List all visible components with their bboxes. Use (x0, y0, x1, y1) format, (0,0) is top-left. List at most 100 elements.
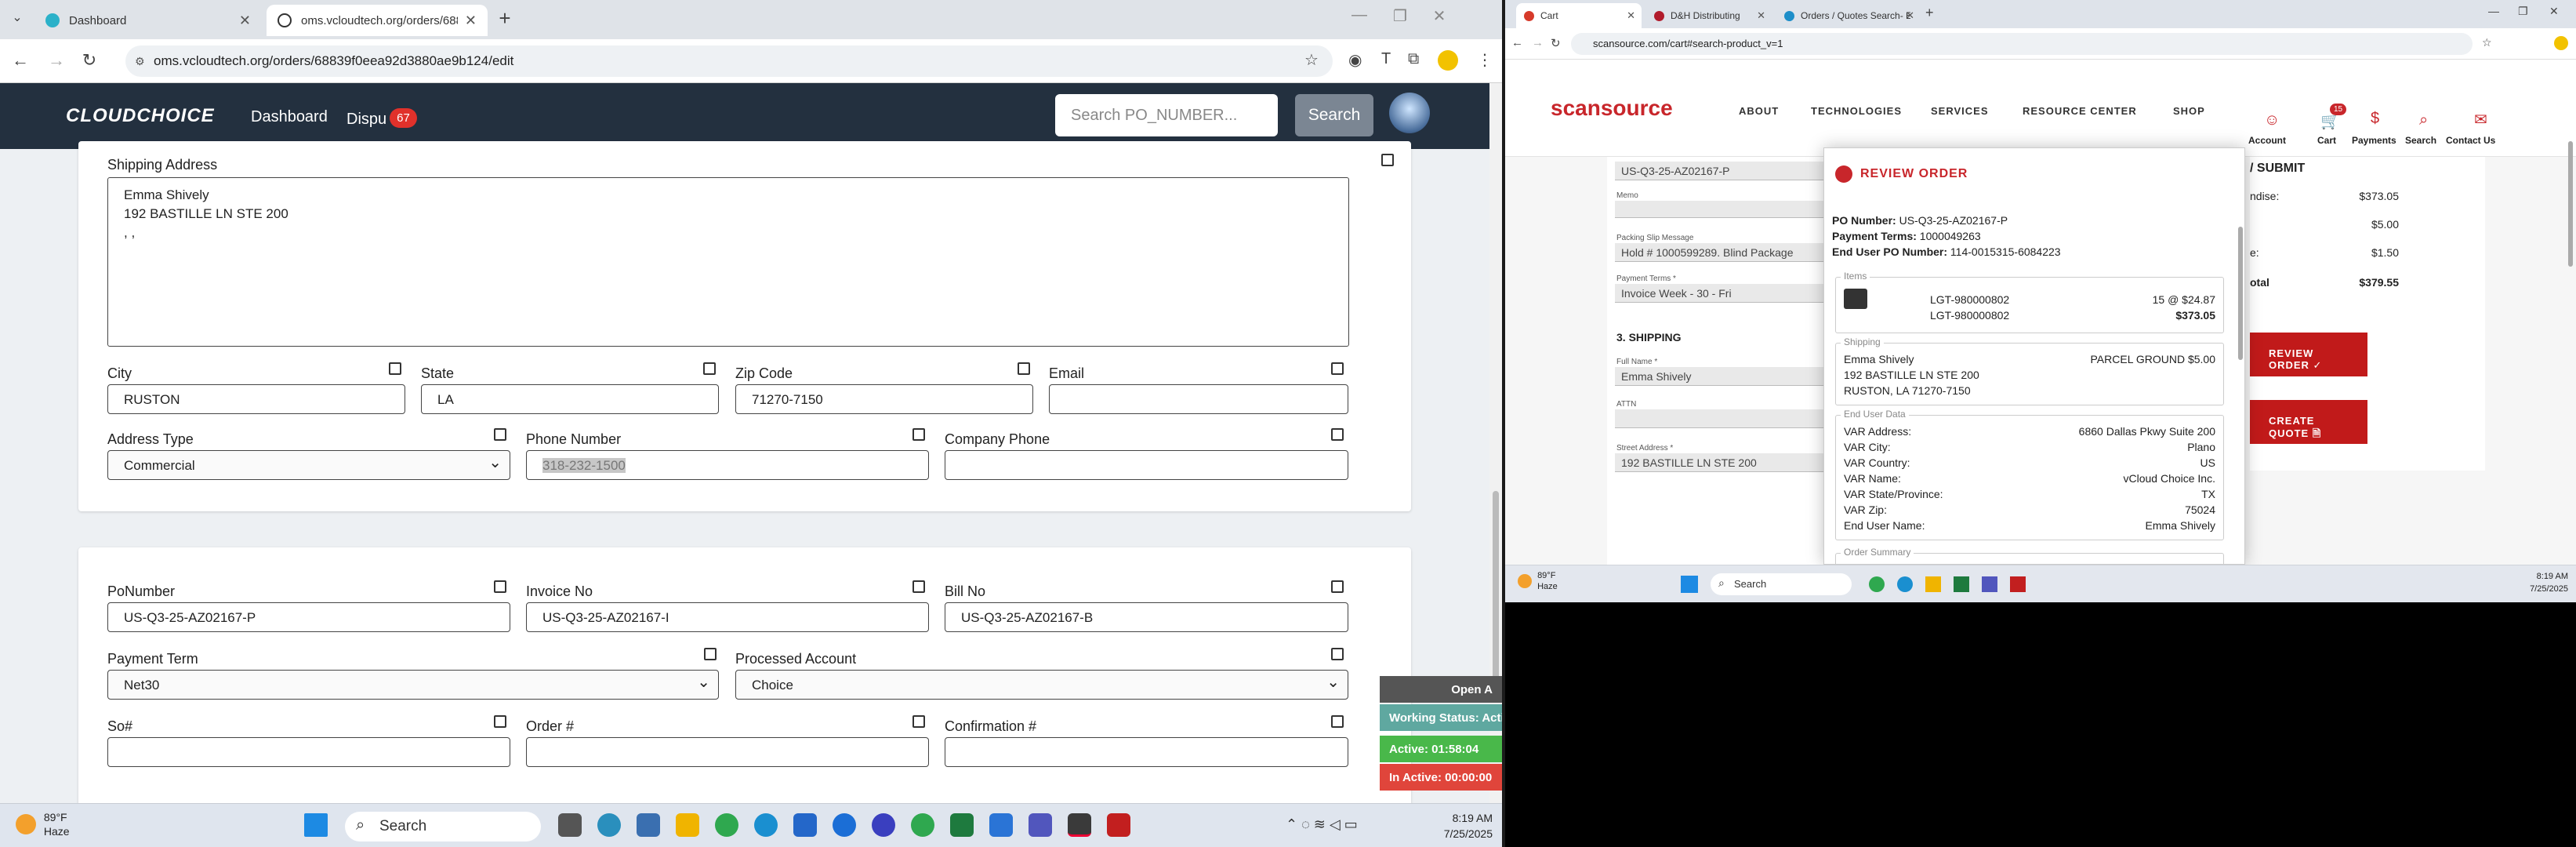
restore-button[interactable]: ❐ (2518, 5, 2528, 18)
create-quote-button[interactable]: CREATE QUOTE 🗎 (2250, 400, 2367, 444)
new-tab-button[interactable]: + (1925, 5, 1934, 21)
extension-icon[interactable]: ◉ (1348, 50, 1362, 70)
packing-slip-field[interactable]: Hold # 1000599289. Blind Package (1615, 243, 1850, 262)
file-explorer-icon[interactable] (1925, 576, 1941, 592)
copy-icon[interactable] (912, 715, 925, 728)
clock[interactable]: 8:19 AM 7/25/2025 (1444, 810, 1493, 842)
avatar[interactable] (1389, 93, 1430, 133)
search-button[interactable]: Search (1295, 94, 1373, 136)
restore-button[interactable]: ❐ (1389, 6, 1411, 26)
open-activity-button[interactable]: Open A (1380, 676, 1502, 703)
contact-icon[interactable]: ✉ (2474, 110, 2487, 129)
back-icon[interactable]: ← (9, 50, 31, 71)
close-window-button[interactable]: ✕ (2549, 5, 2559, 18)
menu-dots-icon[interactable]: ⋮ (1477, 50, 1493, 70)
extensions-puzzle-icon[interactable]: ⧉ (1408, 50, 1419, 68)
payments-label[interactable]: Payments (2352, 135, 2396, 146)
city-field[interactable]: RUSTON (107, 384, 405, 414)
url-field[interactable]: ⚙ oms.vcloudtech.org/orders/68839f0eea92… (125, 45, 1333, 77)
close-icon[interactable]: ✕ (1906, 9, 1914, 22)
scrollbar-thumb[interactable] (1493, 491, 1499, 679)
copy-icon[interactable] (1331, 580, 1344, 593)
payments-icon[interactable]: $ (2371, 110, 2379, 128)
chrome-icon[interactable] (911, 813, 934, 837)
back-icon[interactable]: ← (1511, 36, 1523, 49)
weather-widget[interactable]: 89°F Haze (1518, 570, 1558, 592)
close-icon[interactable]: ✕ (1757, 9, 1765, 22)
payment-term-select[interactable]: Net30 (107, 670, 719, 700)
system-tray-icons[interactable]: ⌃ ◌ ≋ ◁ ▭ (1286, 816, 1358, 833)
taskbar-search[interactable]: ⌕ Search (1711, 573, 1852, 595)
address-type-select[interactable]: Commercial (107, 450, 510, 480)
cloudchoice-logo[interactable]: CLOUDCHOICE (66, 105, 215, 127)
copy-icon[interactable] (1381, 154, 1394, 166)
reload-icon[interactable]: ↻ (1551, 36, 1561, 50)
chrome-icon[interactable] (715, 813, 738, 837)
street-field[interactable]: 192 BASTILLE LN STE 200 (1615, 453, 1834, 472)
url-field[interactable]: scansource.com/cart#search-product_v=1 (1571, 33, 2473, 55)
taskbar-search[interactable]: ⌕ Search (345, 812, 541, 842)
po-field[interactable]: US-Q3-25-AZ02167-P (1615, 162, 1834, 180)
invoice-field[interactable]: US-Q3-25-AZ02167-I (526, 602, 929, 632)
pdf-icon[interactable] (1107, 813, 1130, 837)
scansource-logo[interactable]: scansource (1551, 96, 1673, 121)
app-icon[interactable] (833, 813, 856, 837)
email-field[interactable] (1049, 384, 1348, 414)
nav-technologies[interactable]: TECHNOLOGIES (1811, 105, 1902, 117)
forward-icon[interactable]: → (1532, 36, 1544, 49)
copy-icon[interactable] (703, 362, 716, 375)
teams-icon[interactable] (1029, 813, 1052, 837)
edge-icon[interactable] (1897, 576, 1913, 592)
page-scrollbar[interactable] (2568, 141, 2573, 267)
phone-field[interactable]: 318-232-1500 (526, 450, 929, 480)
copy-icon[interactable] (494, 580, 506, 593)
edge-icon[interactable] (754, 813, 778, 837)
shipping-address-textarea[interactable]: Emma Shively 192 BASTILLE LN STE 200 , , (107, 177, 1349, 347)
profile-icon[interactable] (1438, 50, 1458, 71)
po-search-input[interactable]: Search PO_NUMBER... (1055, 94, 1278, 136)
copy-icon[interactable] (494, 428, 506, 441)
close-icon[interactable]: ✕ (465, 13, 477, 29)
close-window-button[interactable]: ✕ (1428, 6, 1450, 26)
state-field[interactable]: LA (421, 384, 719, 414)
processed-account-select[interactable]: Choice (735, 670, 1348, 700)
nav-disputes[interactable]: Dispu 67 (346, 108, 417, 129)
clock[interactable]: 8:19 AM 7/25/2025 (2530, 570, 2568, 595)
copy-icon[interactable] (1331, 362, 1344, 375)
close-icon[interactable]: ✕ (1627, 9, 1635, 22)
company-phone-field[interactable] (945, 450, 1348, 480)
tab-cart[interactable]: Cart ✕ (1516, 3, 1642, 28)
nav-resource-center[interactable]: RESOURCE CENTER (2023, 105, 2137, 117)
site-info-icon[interactable]: ⚙ (135, 55, 145, 68)
teams-icon[interactable] (1982, 576, 1997, 592)
tab-dh[interactable]: D&H Distributing ✕ (1646, 3, 1772, 28)
excel-icon[interactable] (1954, 576, 1969, 592)
tab-order-edit[interactable]: oms.vcloudtech.org/orders/6883 ✕ (267, 5, 488, 36)
bill-field[interactable]: US-Q3-25-AZ02167-B (945, 602, 1348, 632)
memo-field[interactable] (1615, 201, 1834, 218)
bookmark-star-icon[interactable]: ☆ (2482, 36, 2492, 49)
copy-icon[interactable] (494, 715, 506, 728)
account-label[interactable]: Account (2248, 135, 2286, 146)
close-icon[interactable]: ✕ (239, 13, 251, 29)
order-number-field[interactable] (526, 737, 929, 767)
copy-icon[interactable] (912, 580, 925, 593)
copy-icon[interactable] (912, 428, 925, 441)
pdf-icon[interactable] (2010, 576, 2026, 592)
minimize-button[interactable]: — (1348, 6, 1370, 24)
reload-icon[interactable]: ↻ (78, 50, 100, 71)
task-view-icon[interactable] (558, 813, 582, 837)
po-number-field[interactable]: US-Q3-25-AZ02167-P (107, 602, 510, 632)
account-icon[interactable]: ☺ (2264, 111, 2280, 129)
nav-services[interactable]: SERVICES (1931, 105, 1989, 117)
excel-icon[interactable] (950, 813, 974, 837)
file-explorer-icon[interactable] (676, 813, 699, 837)
tab-dashboard[interactable]: Dashboard ✕ (34, 5, 262, 36)
windows-start-icon[interactable] (304, 813, 328, 837)
tab-orders-quotes[interactable]: Orders / Quotes Search- ECExp ✕ (1776, 3, 1921, 28)
nav-about[interactable]: ABOUT (1739, 105, 1779, 117)
weather-widget[interactable]: 89°F Haze (16, 810, 70, 838)
copy-icon[interactable] (1331, 648, 1344, 660)
confirmation-field[interactable] (945, 737, 1348, 767)
extension-icon[interactable]: T (1381, 50, 1391, 68)
